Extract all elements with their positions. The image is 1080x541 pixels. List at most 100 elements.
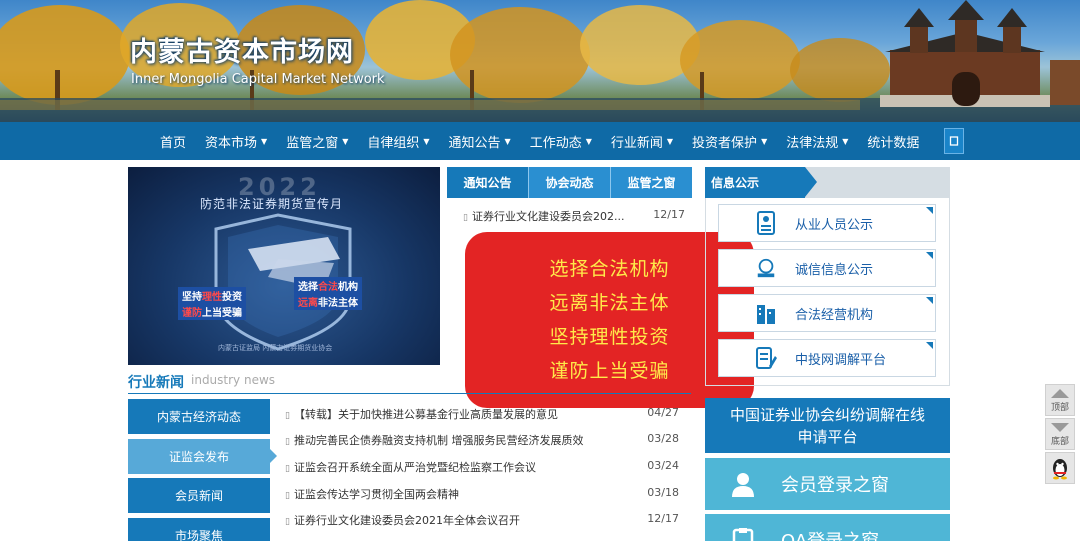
- news-date: 03/18: [647, 486, 679, 499]
- go-to-bottom-label: 底部: [1050, 437, 1069, 447]
- dispute-line: 申请平台: [797, 428, 858, 446]
- nav-item-capital-market[interactable]: 资本市场 ▼: [205, 132, 267, 151]
- overlay-line: 选择合法机构: [549, 258, 670, 280]
- header-arrow-icon: [805, 167, 817, 197]
- clipboard-icon: [729, 526, 757, 541]
- member-login-button[interactable]: 会员登录之窗: [705, 458, 950, 510]
- industry-news-title: 行业新闻: [128, 375, 184, 391]
- caret-down-icon: ▼: [423, 136, 430, 146]
- nav-item-notices[interactable]: 通知公告 ▼: [449, 132, 511, 151]
- news-tabs: 通知公告 协会动态 监管之窗: [447, 167, 692, 198]
- site-subtitle: Inner Mongolia Capital Market Network: [131, 72, 385, 87]
- medal-icon: [755, 256, 777, 280]
- info-item-practitioners[interactable]: 从业人员公示: [718, 204, 936, 242]
- nav-label: 法律法规: [786, 135, 839, 151]
- category-label: 市场聚焦: [174, 529, 223, 541]
- info-item-label: 合法经营机构: [795, 307, 874, 323]
- nav-label: 工作动态: [529, 135, 582, 151]
- overlay-line: 坚持理性投资: [549, 326, 670, 348]
- header-banner: 内蒙古资本市场网 Inner Mongolia Capital Market N…: [0, 0, 1080, 122]
- notice-item[interactable]: ▯ 证券行业文化建设委员会202... 12/17: [463, 208, 685, 224]
- poster-tag-stay-away: 远离非法主体: [294, 293, 362, 310]
- category-market-focus[interactable]: 市场聚焦: [128, 518, 270, 541]
- tab-regulatory-window[interactable]: 监管之窗: [611, 167, 692, 198]
- industry-news-header: 行业新闻 industry news: [128, 370, 691, 394]
- news-date: 04/27: [647, 406, 679, 419]
- news-date: 03/24: [647, 459, 679, 472]
- nav-label: 自律组织: [367, 135, 420, 151]
- site-title: 内蒙古资本市场网: [130, 37, 354, 68]
- nav-label: 通知公告: [448, 135, 501, 151]
- search-icon: [950, 136, 959, 146]
- caret-down-icon: ▼: [342, 136, 349, 146]
- nav-item-home[interactable]: 首页: [160, 132, 186, 151]
- oa-login-button[interactable]: OA登录之窗: [705, 514, 950, 541]
- nav-item-industry-news[interactable]: 行业新闻 ▼: [611, 132, 673, 151]
- dispute-line: 中国证券业协会纠纷调解在线: [729, 406, 925, 424]
- nav-item-investor-protection[interactable]: 投资者保护 ▼: [692, 132, 767, 151]
- active-pointer-icon: [270, 449, 277, 463]
- category-label: 证监会发布: [168, 450, 229, 464]
- info-item-mediation-platform[interactable]: 中投网调解平台: [718, 339, 936, 377]
- member-login-label: 会员登录之窗: [781, 475, 889, 496]
- nav-item-statistics[interactable]: 统计数据: [867, 132, 919, 151]
- info-disclosure-title: 信息公示: [705, 167, 805, 198]
- industry-news-subtitle: industry news: [191, 373, 276, 387]
- qq-penguin-icon: [1053, 459, 1067, 480]
- go-to-bottom-button[interactable]: 底部: [1045, 418, 1075, 450]
- caret-down-icon: ▼: [761, 136, 768, 146]
- caret-down-icon: ▼: [585, 136, 592, 146]
- arrow-up-icon: [1051, 389, 1069, 398]
- caret-down-icon: ▼: [666, 136, 674, 146]
- caret-down-icon: ▼: [504, 136, 511, 146]
- promo-poster[interactable]: 2022 防范非法证券期货宣传月 坚持理性投资 选择合法机构 谨防上当受骗 远离…: [128, 167, 440, 365]
- corner-triangle-icon: [926, 297, 933, 304]
- dispute-mediation-banner[interactable]: 中国证券业协会纠纷调解在线 申请平台: [705, 398, 950, 453]
- corner-triangle-icon: [926, 252, 933, 259]
- bullet-icon: ▯: [285, 411, 290, 421]
- info-item-legal-institutions[interactable]: 合法经营机构: [718, 294, 936, 332]
- corner-triangle-icon: [926, 207, 933, 214]
- poster-tag-beware: 谨防上当受骗: [178, 303, 246, 320]
- bullet-icon: ▯: [463, 213, 468, 223]
- nav-item-regulatory-window[interactable]: 监管之窗 ▼: [286, 132, 348, 151]
- news-title: 证监会召开系统全面从严治党暨纪检监察工作会议: [293, 461, 536, 474]
- bullet-icon: ▯: [285, 437, 290, 447]
- category-csrc-release[interactable]: 证监会发布: [128, 439, 277, 474]
- info-item-label: 从业人员公示: [795, 217, 874, 233]
- bullet-icon: ▯: [285, 491, 290, 501]
- info-item-integrity[interactable]: 诚信信息公示: [718, 249, 936, 287]
- nav-item-work-updates[interactable]: 工作动态 ▼: [530, 132, 592, 151]
- tab-association-updates[interactable]: 协会动态: [529, 167, 611, 198]
- news-row[interactable]: ▯ 推动完善民企债券融资支持机制 增强服务民营经济发展质效 03/28: [285, 432, 679, 448]
- building-icon: [755, 301, 777, 325]
- nav-label: 行业新闻: [610, 135, 663, 151]
- poster-tag-legal: 选择合法机构: [294, 277, 362, 294]
- news-row[interactable]: ▯ 证监会传达学习贯彻全国两会精神 03/18: [285, 486, 679, 502]
- news-date: 03/28: [647, 432, 679, 445]
- tab-notices[interactable]: 通知公告: [447, 167, 529, 198]
- poster-tag-rational: 坚持理性投资: [178, 287, 246, 304]
- news-row[interactable]: ▯ 【转载】关于加快推进公募基金行业高质量发展的意见 04/27: [285, 406, 679, 422]
- qq-contact-button[interactable]: [1045, 452, 1075, 484]
- bullet-icon: ▯: [285, 517, 290, 527]
- info-item-label: 诚信信息公示: [795, 262, 874, 278]
- nav-label: 资本市场: [205, 135, 258, 151]
- category-member-news[interactable]: 会员新闻: [128, 478, 270, 513]
- news-row[interactable]: ▯ 证监会召开系统全面从严治党暨纪检监察工作会议 03/24: [285, 459, 679, 475]
- back-to-top-button[interactable]: 顶部: [1045, 384, 1075, 416]
- notice-date: 12/17: [653, 208, 685, 221]
- news-title: 证券行业文化建设委员会2021年全体会议召开: [293, 514, 520, 527]
- poster-footer: 内蒙古证监局 内蒙古证券期货业协会: [218, 344, 333, 352]
- nav-item-self-regulatory[interactable]: 自律组织 ▼: [367, 132, 429, 151]
- news-date: 12/17: [647, 512, 679, 525]
- id-card-icon: [755, 211, 777, 235]
- search-button[interactable]: [944, 128, 965, 154]
- news-row[interactable]: ▯ 证券行业文化建设委员会2021年全体会议召开 12/17: [285, 512, 679, 528]
- arrow-down-icon: [1051, 423, 1069, 432]
- news-title: 【转载】关于加快推进公募基金行业高质量发展的意见: [293, 408, 558, 421]
- document-pen-icon: [755, 346, 777, 370]
- shield-graphic-icon: [214, 213, 352, 351]
- nav-item-laws[interactable]: 法律法规 ▼: [786, 132, 848, 151]
- category-inner-mongolia-economy[interactable]: 内蒙古经济动态: [128, 399, 270, 434]
